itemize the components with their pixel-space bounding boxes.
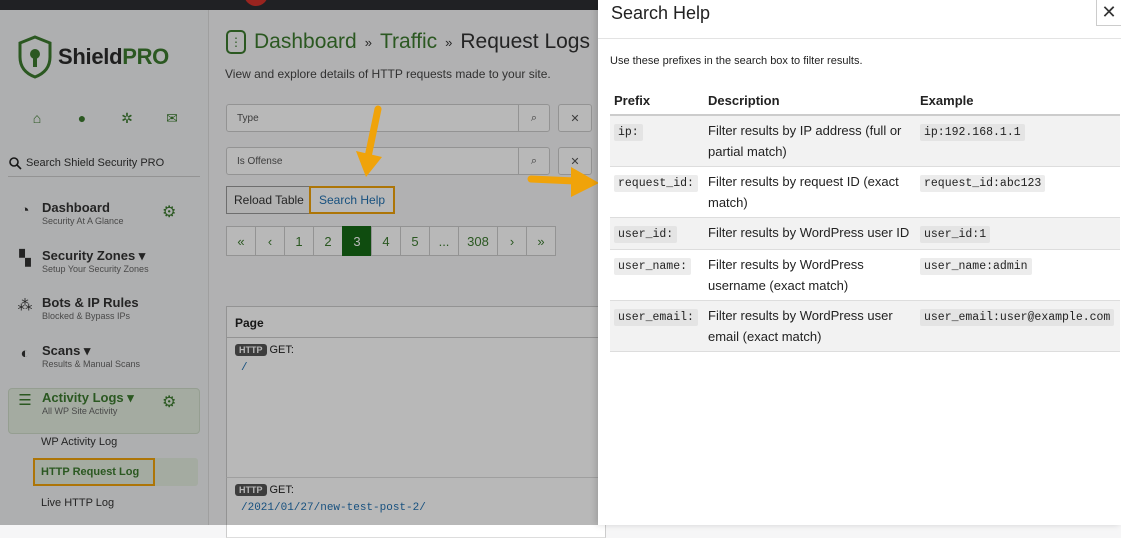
prefix-example: user_id:1 [920,226,991,243]
prefix-description: Filter results by WordPress user ID [704,217,916,250]
column-header-description: Description [704,86,916,116]
prefix-example: request_id:abc123 [920,175,1046,192]
prefix-code: request_id: [614,175,698,192]
panel-divider [598,38,1121,39]
prefix-example: user_email:user@example.com [920,309,1115,326]
table-row: ip: Filter results by IP address (full o… [610,115,1120,167]
prefix-code: user_name: [614,258,692,275]
annotation-arrow-right-icon [527,167,599,197]
table-row: request_id: Filter results by request ID… [610,166,1120,218]
prefix-description: Filter results by request ID (exact matc… [704,166,916,218]
table-row: user_name: Filter results by WordPress u… [610,249,1120,301]
table-row: user_id: Filter results by WordPress use… [610,217,1120,250]
column-header-prefix: Prefix [610,86,704,116]
prefix-example: ip:192.168.1.1 [920,124,1025,141]
prefix-example: user_name:admin [920,258,1032,275]
prefix-description: Filter results by WordPress user email (… [704,300,916,352]
column-header-example: Example [916,86,1120,116]
prefix-table: Prefix Description Example ip: Filter re… [610,86,1120,352]
prefix-code: user_email: [614,309,698,326]
close-icon[interactable]: ✕ [1096,0,1121,26]
panel-title: Search Help [611,3,711,23]
prefix-description: Filter results by IP address (full or pa… [704,115,916,167]
prefix-description: Filter results by WordPress username (ex… [704,249,916,301]
modal-backdrop[interactable] [0,0,598,525]
table-row: user_email: Filter results by WordPress … [610,300,1120,352]
panel-intro: Use these prefixes in the search box to … [610,55,863,67]
prefix-code: user_id: [614,226,678,243]
prefix-code: ip: [614,124,643,141]
annotation-arrow-down-icon [356,105,382,177]
search-help-panel: Search Help ✕ Use these prefixes in the … [598,0,1121,525]
